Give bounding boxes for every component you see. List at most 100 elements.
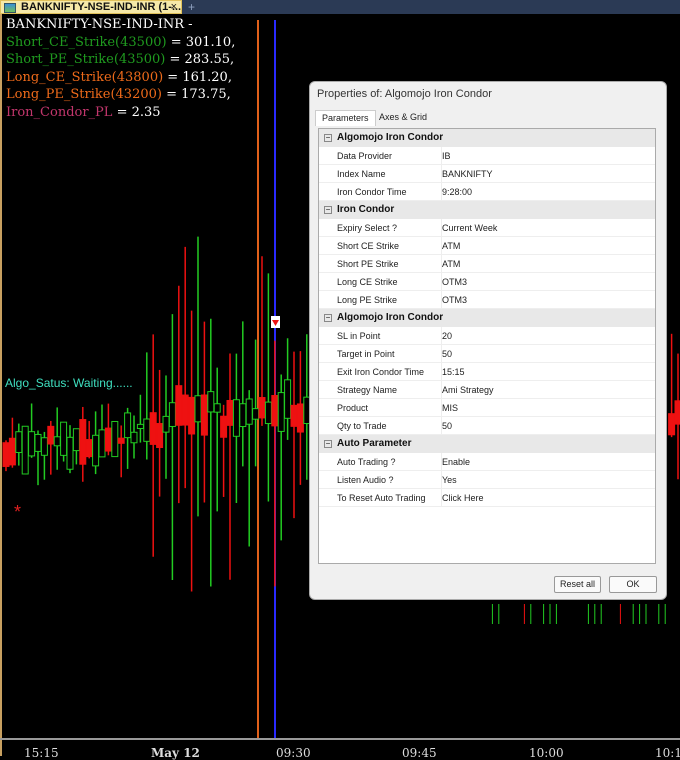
tab-parameters[interactable]: Parameters (315, 110, 376, 126)
property-row[interactable]: Index Name BANKNIFTY (319, 165, 655, 183)
property-value[interactable]: Yes (441, 471, 457, 489)
candle-body (284, 379, 292, 419)
property-row[interactable]: Qty to Trade 50 (319, 417, 655, 435)
property-value[interactable]: Click Here (441, 489, 484, 507)
property-value[interactable]: MIS (441, 399, 458, 417)
property-name: Exit Iron Condor Time (337, 367, 425, 377)
candle-body (220, 415, 228, 438)
property-row[interactable]: Long PE Strike OTM3 (319, 291, 655, 309)
property-value[interactable]: OTM3 (441, 291, 467, 309)
collapse-icon[interactable]: − (324, 314, 332, 322)
candle-body (8, 437, 16, 466)
section-header[interactable]: − Auto Parameter (319, 435, 655, 453)
property-row[interactable]: SL in Point 20 (319, 327, 655, 345)
section-header[interactable]: − Iron Condor (319, 201, 655, 219)
candle-body (98, 429, 106, 458)
property-row[interactable]: Short PE Strike ATM (319, 255, 655, 273)
ok-button[interactable]: OK (609, 576, 657, 593)
property-value[interactable]: Current Week (441, 219, 497, 237)
candle-body (66, 436, 74, 470)
property-row[interactable]: Long CE Strike OTM3 (319, 273, 655, 291)
candle-body (258, 397, 266, 419)
candle-body (271, 395, 279, 427)
dialog-title: Properties of: Algomojo Iron Condor (317, 88, 492, 100)
property-name: Target in Point (337, 349, 395, 359)
close-tab-icon[interactable]: × (171, 1, 177, 14)
property-name: Short PE Strike (337, 259, 399, 269)
candle-body (264, 401, 272, 425)
property-value[interactable]: 20 (441, 327, 452, 345)
candle-body (60, 421, 68, 456)
candle-body (290, 404, 298, 427)
property-row[interactable]: Target in Point 50 (319, 345, 655, 363)
property-name: Data Provider (337, 151, 393, 161)
candle-body (175, 385, 183, 426)
property-value[interactable]: 50 (441, 417, 452, 435)
property-value[interactable]: Ami Strategy (441, 381, 494, 399)
x-tick: 09:30 (276, 746, 311, 760)
property-name: SL in Point (337, 331, 381, 341)
property-value[interactable]: Enable (441, 453, 470, 471)
property-row[interactable]: Short CE Strike ATM (319, 237, 655, 255)
candle-body (252, 408, 260, 420)
candle-body (47, 425, 55, 445)
property-grid: − Algomojo Iron Condor Data Provider IB Inde… (318, 128, 656, 564)
property-value[interactable]: 15:15 (441, 363, 465, 381)
property-name: Long CE Strike (337, 277, 398, 287)
candle-body (2, 442, 10, 467)
property-row[interactable]: To Reset Auto Trading Click Here (319, 489, 655, 507)
reset-all-button[interactable]: Reset all (554, 576, 601, 593)
property-row[interactable]: Data Provider IB (319, 147, 655, 165)
candle-body (200, 394, 208, 436)
chart-info: BANKNIFTY-NSE-IND-INR - Short_CE_Strike(… (6, 16, 235, 121)
short-pe-label: Short_PE_Strike(43500) (6, 52, 166, 67)
property-row[interactable]: Strategy Name Ami Strategy (319, 381, 655, 399)
section-header[interactable]: − Algomojo Iron Condor (319, 129, 655, 147)
property-value[interactable]: ATM (441, 237, 460, 255)
property-name: Product (337, 403, 369, 413)
property-value[interactable]: OTM3 (441, 273, 467, 291)
candle-body (104, 427, 112, 452)
property-name: Short CE Strike (337, 241, 400, 251)
candle-body (53, 436, 61, 447)
chart-tab[interactable]: BANKNIFTY-NSE-IND-INR (1-... × (0, 0, 182, 14)
candle-body (194, 395, 202, 423)
new-tab-icon[interactable]: + (188, 0, 195, 14)
collapse-icon[interactable]: − (324, 440, 332, 448)
candle-body (232, 399, 240, 437)
candle-body (668, 413, 676, 436)
property-value[interactable]: 9:28:00 (441, 183, 472, 201)
property-value[interactable]: ATM (441, 255, 460, 273)
short-pe-value: = 283.55, (165, 52, 235, 67)
property-row[interactable]: Expiry Select ? Current Week (319, 219, 655, 237)
property-row[interactable]: Auto Trading ? Enable (319, 453, 655, 471)
property-row[interactable]: Iron Condor Time 9:28:00 (319, 183, 655, 201)
property-row[interactable]: Product MIS (319, 399, 655, 417)
section-title: Auto Parameter (337, 438, 412, 449)
pl-value: = 2.35 (112, 104, 161, 120)
candle-body (162, 415, 170, 433)
time-axis (0, 738, 680, 756)
candle-body (21, 425, 29, 475)
candle-body (15, 431, 23, 453)
property-name: Qty to Trade (337, 421, 387, 431)
x-tick: 15:15 (24, 746, 59, 760)
property-value[interactable]: BANKNIFTY (441, 165, 493, 183)
property-row[interactable]: Exit Iron Condor Time 15:15 (319, 363, 655, 381)
collapse-icon[interactable]: − (324, 206, 332, 214)
candle-body (117, 437, 125, 444)
collapse-icon[interactable]: − (324, 134, 332, 142)
tab-bar: BANKNIFTY-NSE-IND-INR (1-... × + (0, 0, 680, 14)
candle-body (72, 428, 80, 452)
x-tick: May 12 (151, 746, 200, 760)
property-row[interactable]: Listen Audio ? Yes (319, 471, 655, 489)
property-value[interactable]: 50 (441, 345, 452, 363)
property-value[interactable]: IB (441, 147, 451, 165)
tab-axes-grid[interactable]: Axes & Grid (373, 110, 433, 126)
pl-label: Iron_Condor_PL (6, 104, 113, 120)
section-header[interactable]: − Algomojo Iron Condor (319, 309, 655, 327)
candle-body (245, 398, 253, 425)
candle-body (28, 431, 36, 457)
property-name: Strategy Name (337, 385, 398, 395)
candle-body (85, 439, 93, 458)
